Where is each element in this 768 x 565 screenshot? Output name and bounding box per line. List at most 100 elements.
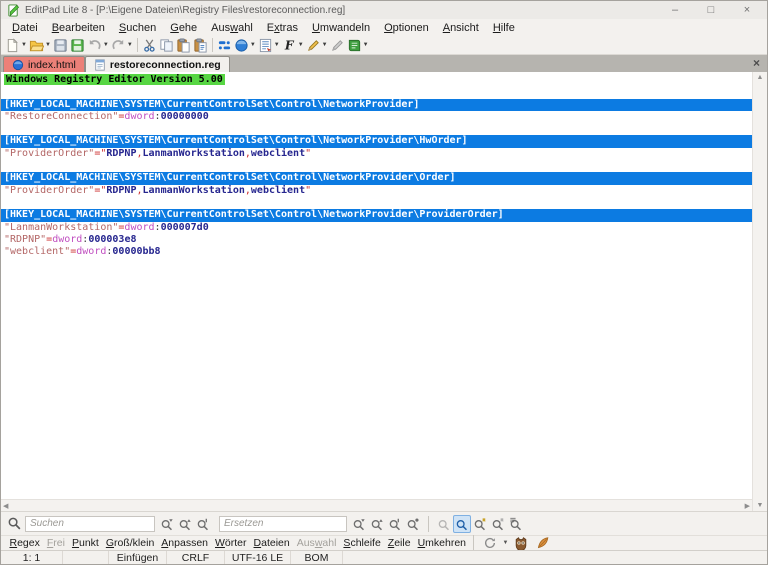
special-characters-button[interactable] (216, 37, 233, 54)
menu-bearbeiten[interactable]: Bearbeiten (45, 21, 112, 35)
undo-button: ▼ (86, 37, 110, 54)
replace-previous-button[interactable] (368, 515, 386, 533)
search-panel (1, 511, 767, 535)
menu-hilfe[interactable]: Hilfe (486, 21, 522, 35)
chevron-down-icon[interactable]: ▼ (274, 42, 280, 48)
menu-datei[interactable]: Datei (5, 21, 45, 35)
save-all-button[interactable] (69, 37, 86, 54)
chevron-down-icon[interactable]: ▼ (503, 540, 509, 546)
registry-value-line: "webclient"=dword:00000bb8 (1, 246, 752, 258)
chevron-down-icon[interactable]: ▼ (363, 42, 369, 48)
copy-icon (159, 38, 174, 53)
go-to-list-button[interactable]: ▼ (257, 37, 281, 54)
cut-icon (142, 38, 157, 53)
chevron-down-icon[interactable]: ▼ (103, 42, 109, 48)
registry-key-line: [HKEY_LOCAL_MACHINE\SYSTEM\CurrentContro… (1, 99, 752, 111)
replace-input[interactable] (219, 516, 347, 532)
highlight-all-button[interactable] (453, 515, 471, 533)
open-file-button[interactable]: ▼ (28, 37, 52, 54)
font-icon: F (282, 38, 297, 53)
open-file-icon (29, 38, 44, 53)
search-option-anpassen[interactable]: Anpassen (158, 537, 212, 549)
scroll-up-icon[interactable]: ▲ (757, 74, 764, 81)
chevron-down-icon[interactable]: ▼ (298, 42, 304, 48)
edit-highlight-button[interactable]: ▼ (305, 37, 329, 54)
mark-matches-button[interactable] (471, 515, 489, 533)
maximize-button[interactable]: □ (705, 5, 717, 16)
font-button[interactable]: F▼ (281, 37, 305, 54)
search-option-dateien[interactable]: Dateien (250, 537, 293, 549)
paste-icon (176, 38, 191, 53)
menu-extras[interactable]: Extras (260, 21, 305, 35)
search-option-schleife[interactable]: Schleife (340, 537, 384, 549)
paste-special-button[interactable] (192, 37, 209, 54)
help-book-button[interactable]: ▼ (346, 37, 370, 54)
menu-suchen[interactable]: Suchen (112, 21, 163, 35)
unmark-matches-button[interactable] (489, 515, 507, 533)
chevron-down-icon[interactable]: ▼ (45, 42, 51, 48)
scroll-left-icon[interactable]: ◀ (3, 502, 8, 510)
text-editor[interactable]: Windows Registry Editor Version 5.00[HKE… (1, 72, 752, 499)
blank-line (1, 160, 752, 172)
status-bar: 1: 1 Einfügen CRLF UTF-16 LE BOM (1, 550, 767, 564)
replace-next-button[interactable] (350, 515, 368, 533)
tab-restoreconnection-reg[interactable]: restoreconnection.reg (85, 56, 230, 72)
menu-ansicht[interactable]: Ansicht (436, 21, 486, 35)
close-button[interactable]: × (741, 5, 753, 16)
chevron-down-icon[interactable]: ▼ (127, 42, 133, 48)
registry-key-line: [HKEY_LOCAL_MACHINE\SYSTEM\CurrentContro… (1, 135, 752, 147)
status-spare-cell (63, 551, 109, 564)
search-option-wrter[interactable]: Wörter (212, 537, 251, 549)
blank-line (1, 197, 752, 209)
copy-button[interactable] (158, 37, 175, 54)
special-characters-icon (217, 38, 232, 53)
close-tab-icon[interactable]: × (753, 56, 760, 71)
insert-mode-indicator[interactable]: Einfügen (109, 551, 167, 564)
search-option-regex[interactable]: Regex (6, 537, 43, 549)
save-file-button[interactable] (52, 37, 69, 54)
editpad-window: EditPad Lite 8 - [P:\Eigene Dateien\Regi… (0, 0, 768, 565)
scroll-down-icon[interactable]: ▼ (757, 502, 764, 509)
read-only-button[interactable] (329, 37, 346, 54)
chevron-down-icon[interactable]: ▼ (250, 42, 256, 48)
replace-first-button[interactable] (386, 515, 404, 533)
search-option-groklein[interactable]: Groß/klein (102, 537, 157, 549)
search-input[interactable] (25, 516, 155, 532)
tab-index-html[interactable]: index.html (3, 56, 85, 72)
menu-auswahl[interactable]: Auswahl (204, 21, 260, 35)
redo-button: ▼ (110, 37, 134, 54)
browse-search-button[interactable]: ▼ (233, 37, 257, 54)
chevron-down-icon[interactable]: ▼ (21, 42, 27, 48)
registry-value-line: "LanmanWorkstation"=dword:000007d0 (1, 222, 752, 234)
blank-line (1, 86, 752, 98)
line-break-indicator[interactable]: CRLF (167, 551, 225, 564)
registry-key-line: [HKEY_LOCAL_MACHINE\SYSTEM\CurrentContro… (1, 172, 752, 184)
list-all-matches-button[interactable] (507, 515, 525, 533)
minimize-button[interactable]: – (669, 5, 681, 16)
menu-optionen[interactable]: Optionen (377, 21, 436, 35)
menu-umwandeln[interactable]: Umwandeln (305, 21, 377, 35)
toolbar-divider (137, 38, 138, 52)
find-first-button[interactable] (194, 515, 212, 533)
bom-indicator[interactable]: BOM (291, 551, 343, 564)
encoding-indicator[interactable]: UTF-16 LE (225, 551, 291, 564)
new-file-button[interactable]: ▼ (4, 37, 28, 54)
read-only-icon (330, 38, 345, 53)
editpad-app-icon (7, 4, 20, 17)
find-next-button[interactable] (158, 515, 176, 533)
menu-gehe[interactable]: Gehe (163, 21, 204, 35)
replace-all-button[interactable] (404, 515, 422, 533)
editor-area: Windows Registry Editor Version 5.00[HKE… (1, 72, 767, 511)
cursor-position[interactable]: 1: 1 (1, 551, 63, 564)
chevron-down-icon[interactable]: ▼ (322, 42, 328, 48)
vertical-scrollbar[interactable]: ▲ ▼ (752, 72, 767, 511)
search-option-punkt[interactable]: Punkt (68, 537, 102, 549)
search-options-row: RegexFreiPunktGroß/kleinAnpassenWörterDa… (1, 535, 767, 550)
search-option-zeile[interactable]: Zeile (384, 537, 414, 549)
horizontal-scrollbar[interactable]: ◀ ▶ (1, 499, 752, 511)
paste-button[interactable] (175, 37, 192, 54)
cut-button[interactable] (141, 37, 158, 54)
search-option-umkehren[interactable]: Umkehren (414, 537, 469, 549)
find-previous-button[interactable] (176, 515, 194, 533)
scroll-right-icon[interactable]: ▶ (745, 502, 750, 510)
